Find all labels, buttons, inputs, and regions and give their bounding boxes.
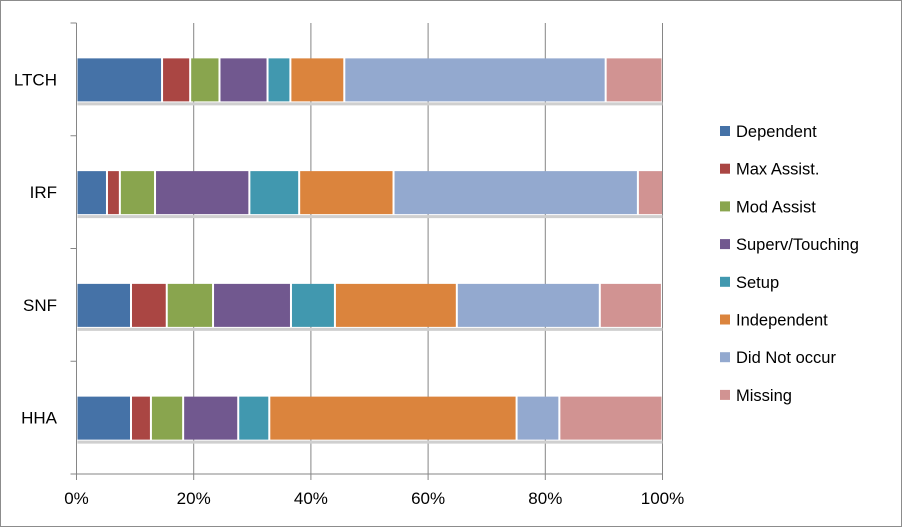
bar-segment-hha-max-assist — [131, 396, 150, 440]
x-tick-label: 40% — [294, 489, 328, 508]
bar-segment-hha-independent — [270, 396, 516, 440]
category-label-irf: IRF — [30, 183, 57, 202]
y-axis-category-labels: LTCH IRF SNF HHA — [14, 70, 58, 427]
x-tick-label: 20% — [177, 489, 211, 508]
legend-item-dependent: Dependent — [720, 123, 817, 141]
bar-segment-hha-dependent — [77, 396, 130, 440]
bar-shadow-irf — [77, 215, 663, 219]
legend-swatch — [720, 276, 730, 287]
bar-segment-irf-superv-touching — [156, 171, 249, 215]
legend-label: Missing — [736, 387, 792, 405]
bar-segment-ltch-dependent — [77, 58, 162, 102]
legend-label: Mod Assist — [736, 198, 816, 216]
legend-swatch — [720, 239, 730, 250]
legend-item-max-assist: Max Assist. — [720, 161, 819, 179]
legend-label: Independent — [736, 312, 828, 330]
legend-item-superv-touching: Superv/Touching — [720, 236, 859, 254]
bar-group-irf — [77, 171, 663, 219]
bar-segment-snf-independent — [335, 283, 456, 327]
legend-label: Dependent — [736, 123, 817, 141]
bar-segment-snf-setup — [291, 283, 334, 327]
legend-swatch — [720, 163, 730, 174]
bar-segment-irf-independent — [300, 171, 393, 215]
legend-item-missing: Missing — [720, 387, 792, 405]
legend-swatch — [720, 389, 730, 400]
legend-item-mod-assist: Mod Assist — [720, 198, 816, 216]
bar-segment-hha-did-not-occur — [517, 396, 559, 440]
bar-segment-ltch-mod-assist — [191, 58, 219, 102]
bar-segment-ltch-superv-touching — [220, 58, 267, 102]
bar-segment-irf-max-assist — [107, 171, 119, 215]
x-tick-label: 60% — [411, 489, 445, 508]
x-tick-label: 100% — [641, 489, 684, 508]
x-tick-label: 0% — [64, 489, 89, 508]
category-label-snf: SNF — [23, 296, 57, 315]
bar-segment-ltch-max-assist — [163, 58, 190, 102]
legend-swatch — [720, 126, 730, 136]
bar-segment-snf-superv-touching — [214, 283, 290, 327]
bar-segment-ltch-independent — [291, 58, 344, 102]
legend-swatch — [720, 314, 730, 325]
bar-segment-ltch-missing — [606, 58, 662, 102]
bar-segment-irf-setup — [250, 171, 299, 215]
bar-segment-ltch-setup — [268, 58, 290, 102]
category-label-hha: HHA — [21, 409, 58, 428]
legend-swatch — [720, 352, 730, 363]
bar-segment-snf-did-not-occur — [457, 283, 599, 327]
legend-label: Max Assist. — [736, 161, 819, 179]
x-axis-tick-labels: 0% 20% 40% 60% 80% 100% — [64, 489, 684, 508]
bars — [77, 58, 663, 444]
bar-segment-hha-superv-touching — [184, 396, 238, 440]
bar-segment-snf-mod-assist — [167, 283, 213, 327]
bar-segment-snf-missing — [600, 283, 661, 327]
bar-segment-hha-missing — [560, 396, 662, 440]
bar-shadow-ltch — [77, 102, 663, 106]
bar-group-ltch — [77, 58, 663, 106]
category-label-ltch: LTCH — [14, 70, 57, 89]
legend-label: Superv/Touching — [736, 236, 859, 254]
bar-group-snf — [77, 283, 663, 331]
legend-label: Setup — [736, 274, 779, 292]
bar-segment-irf-mod-assist — [120, 171, 155, 215]
bar-segment-ltch-did-not-occur — [345, 58, 605, 102]
bar-segment-hha-setup — [239, 396, 269, 440]
bar-shadow-snf — [77, 327, 663, 331]
bar-shadow-hha — [77, 440, 663, 444]
bar-segment-snf-max-assist — [131, 283, 166, 327]
stacked-bar-chart: 0% 20% 40% 60% 80% 100% LTCH IRF SNF HHA Depende… — [14, 22, 859, 508]
bar-segment-hha-mod-assist — [151, 396, 183, 440]
bar-segment-irf-dependent — [77, 171, 106, 215]
bar-group-hha — [77, 396, 663, 444]
bar-segment-snf-dependent — [77, 283, 130, 327]
bar-segment-irf-missing — [638, 171, 663, 215]
bar-segment-irf-did-not-occur — [394, 171, 637, 215]
legend: Dependent Max Assist. Mod Assist Superv/Tou… — [720, 123, 859, 405]
x-tick-label: 80% — [528, 489, 562, 508]
legend-item-did-not-occur: Did Not occur — [720, 349, 836, 367]
legend-item-setup: Setup — [720, 274, 779, 292]
legend-label: Did Not occur — [736, 349, 836, 367]
legend-swatch — [720, 201, 730, 212]
legend-item-independent: Independent — [720, 312, 828, 330]
